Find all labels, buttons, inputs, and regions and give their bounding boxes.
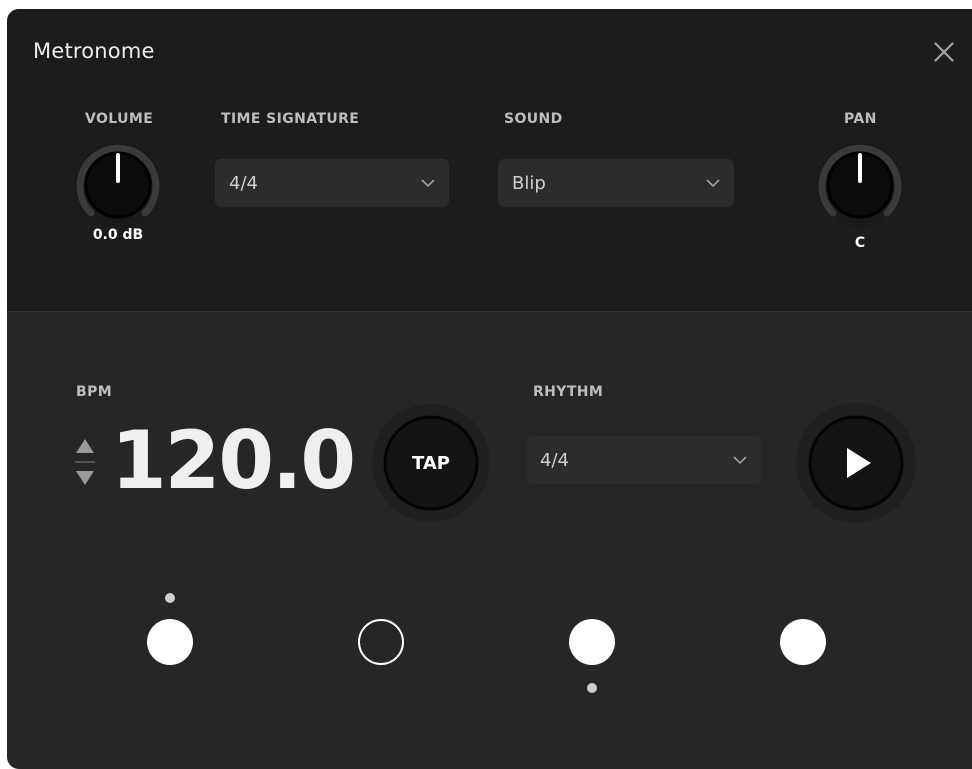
beat-accent-dot xyxy=(587,683,597,693)
bpm-stepper xyxy=(73,437,97,489)
chevron-down-icon xyxy=(733,456,747,465)
close-button[interactable] xyxy=(931,39,957,65)
time-signature-value: 4/4 xyxy=(229,172,258,194)
volume-label: VOLUME xyxy=(85,111,154,127)
sound-label: SOUND xyxy=(504,111,563,127)
beat-indicator[interactable] xyxy=(358,619,404,665)
play-button[interactable] xyxy=(795,402,917,524)
beat-indicator[interactable] xyxy=(780,619,826,665)
sound-value: Blip xyxy=(512,172,546,194)
play-button-graphic xyxy=(796,403,916,523)
tap-label: TAP xyxy=(411,452,450,474)
rhythm-select[interactable]: 4/4 xyxy=(526,436,761,484)
pan-knob[interactable] xyxy=(814,139,906,231)
time-signature-select[interactable]: 4/4 xyxy=(215,159,449,207)
chevron-down-icon xyxy=(421,179,435,188)
triangle-up-icon[interactable] xyxy=(75,437,95,455)
rhythm-label: RHYTHM xyxy=(533,384,604,400)
pan-value: C xyxy=(854,235,866,251)
volume-value: 0.0 dB xyxy=(92,227,144,243)
close-icon xyxy=(934,42,954,62)
volume-knob-graphic xyxy=(75,142,161,228)
pan-label: PAN xyxy=(844,111,877,127)
bpm-label: BPM xyxy=(76,384,113,400)
metronome-window: Metronome VOLUME 0.0 dB TIME SIGNATURE 4… xyxy=(7,9,972,769)
beat-indicator[interactable] xyxy=(569,619,615,665)
stepper-divider xyxy=(75,461,95,463)
sound-select[interactable]: Blip xyxy=(498,159,734,207)
rhythm-value: 4/4 xyxy=(540,449,569,471)
volume-knob[interactable] xyxy=(72,139,164,231)
time-signature-label: TIME SIGNATURE xyxy=(221,111,360,127)
bpm-value[interactable]: 120.0 xyxy=(111,421,356,501)
tap-button[interactable]: TAP xyxy=(371,403,491,523)
chevron-down-icon xyxy=(706,179,720,188)
window-title: Metronome xyxy=(33,39,155,63)
beat-accent-dot xyxy=(165,593,175,603)
triangle-down-icon[interactable] xyxy=(75,469,95,487)
beat-indicator[interactable] xyxy=(147,619,193,665)
pan-knob-graphic xyxy=(817,142,903,228)
